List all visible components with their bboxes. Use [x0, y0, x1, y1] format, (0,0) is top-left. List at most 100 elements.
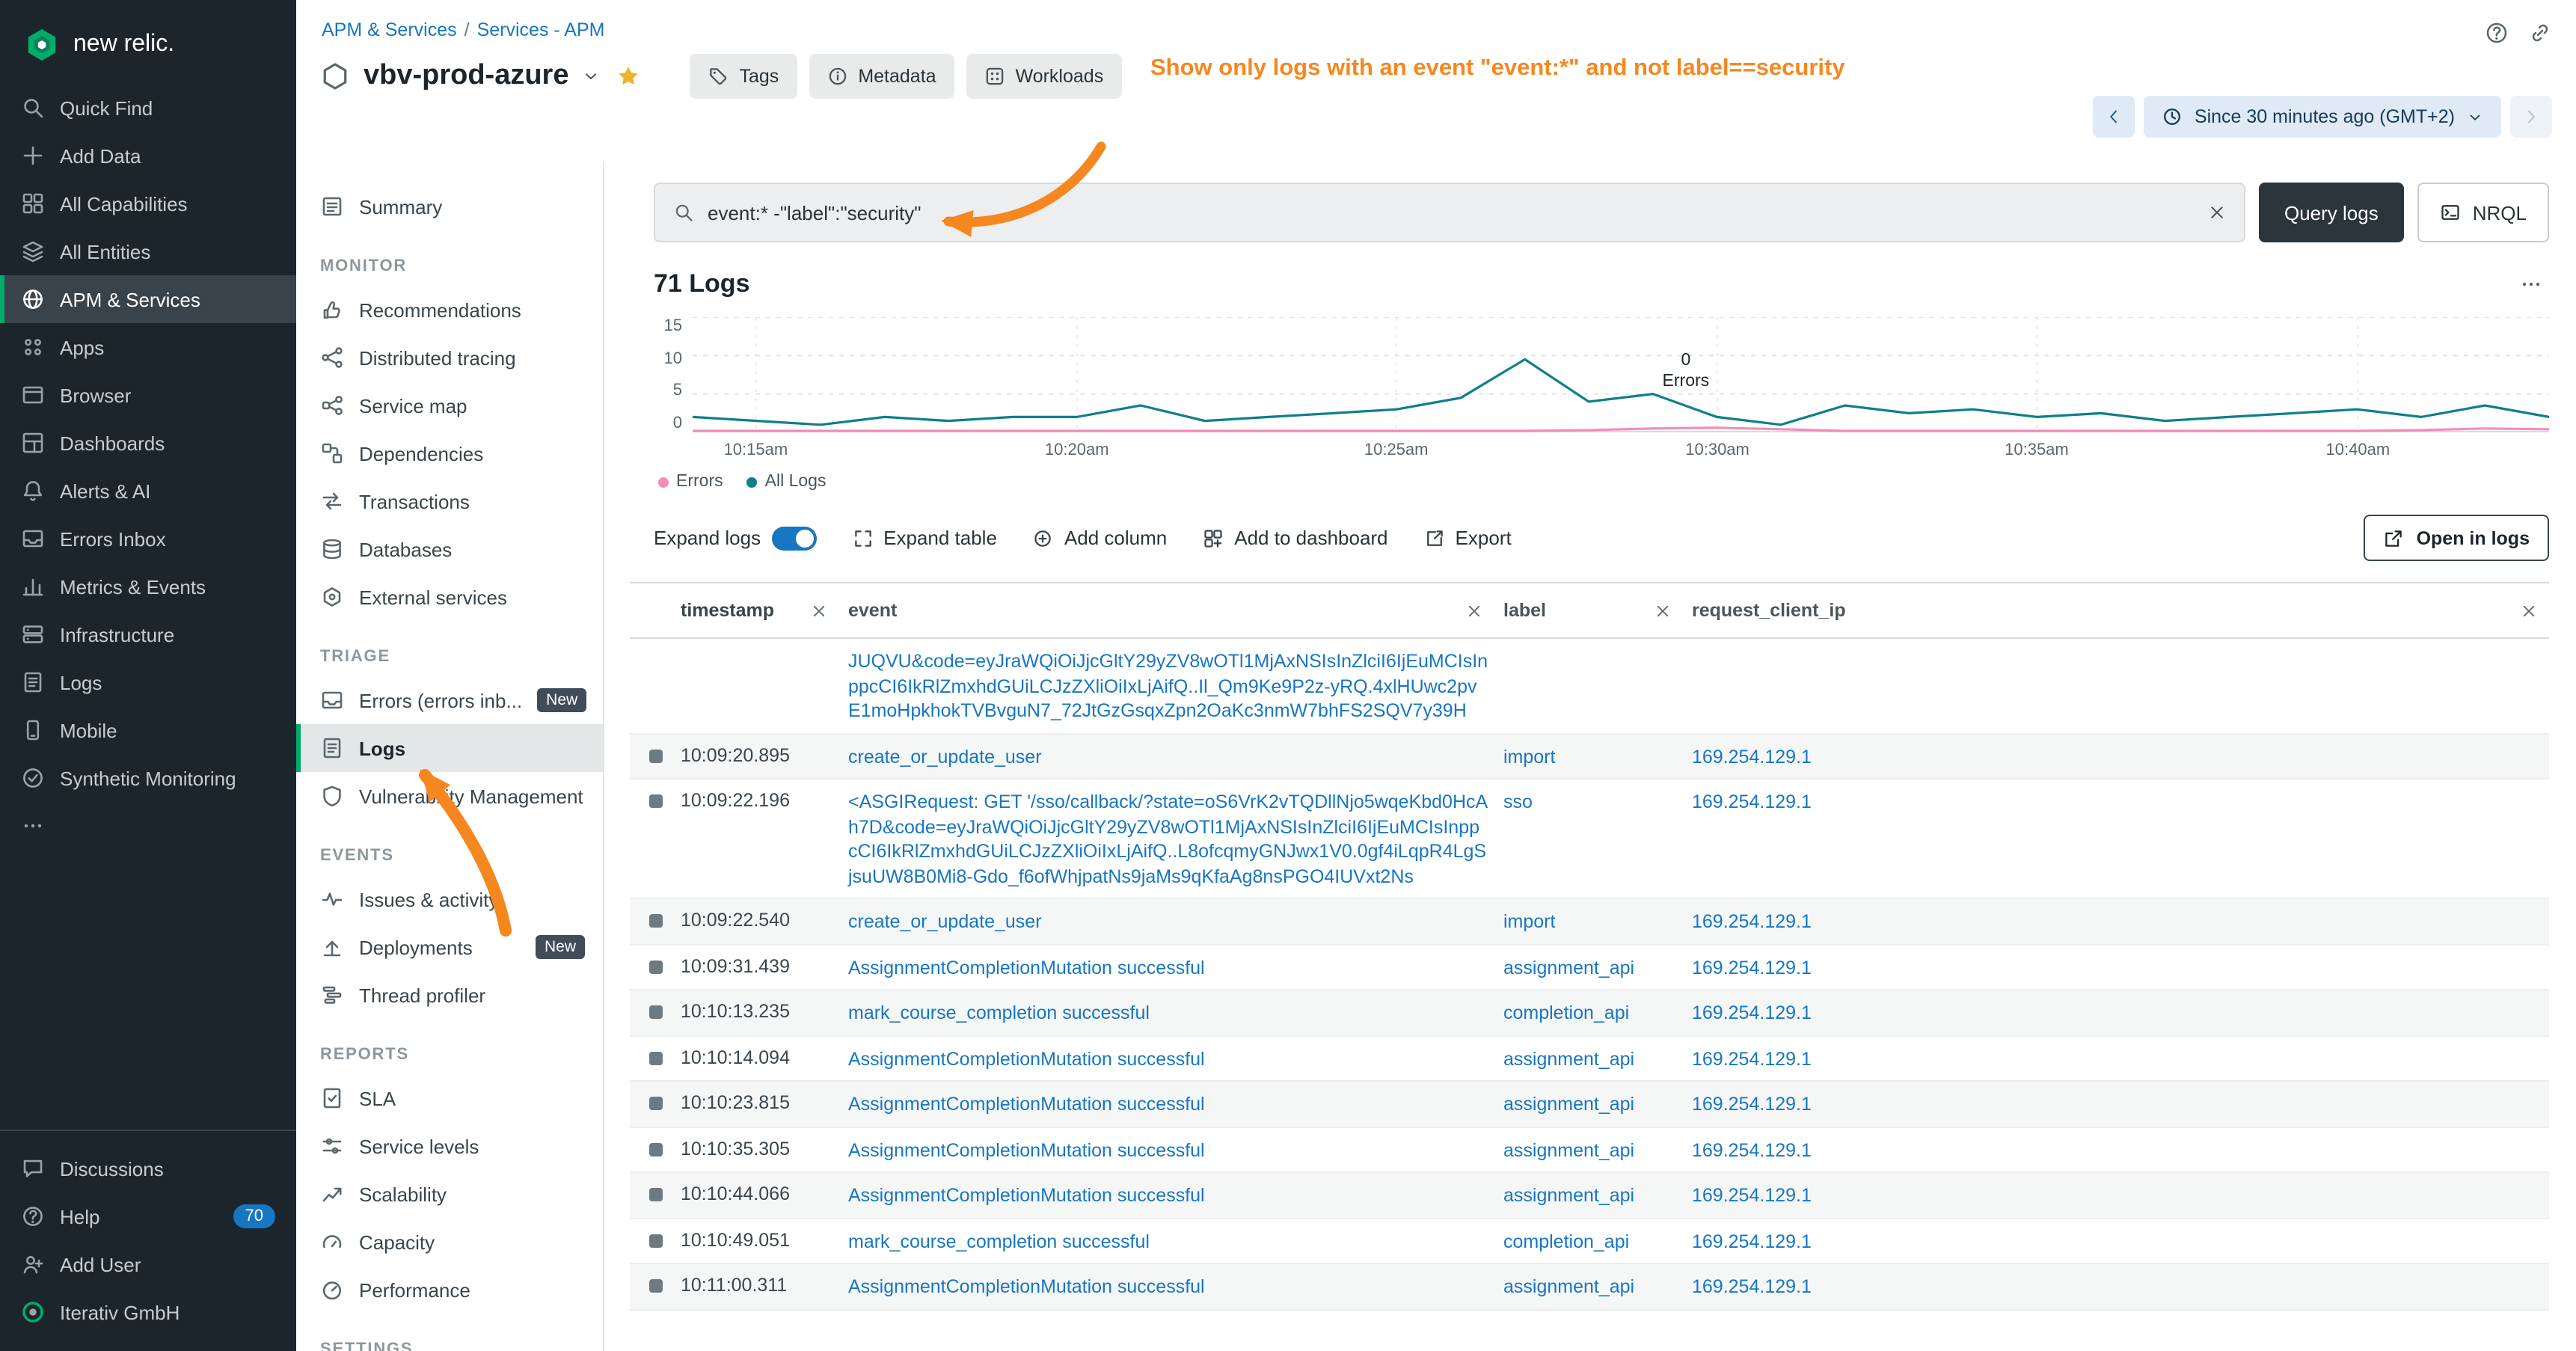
workloads-button[interactable]: Workloads — [966, 54, 1122, 99]
log-label-link[interactable]: assignment_api — [1503, 1185, 1634, 1206]
log-row-icon[interactable] — [649, 1097, 663, 1110]
sidebar-item-browser[interactable]: Browser — [0, 371, 296, 419]
overflow-menu-icon[interactable] — [2519, 272, 2549, 296]
log-label-link[interactable]: completion_api — [1503, 1002, 1629, 1023]
log-event-link[interactable]: create_or_update_user — [848, 746, 1042, 767]
subnav-item-thread-profiler[interactable]: Thread profiler — [296, 971, 603, 1019]
log-row-icon[interactable] — [649, 1142, 663, 1156]
remove-column-icon[interactable] — [2521, 602, 2537, 619]
subnav-item-capacity[interactable]: Capacity — [296, 1218, 603, 1266]
time-back-button[interactable] — [2093, 96, 2135, 138]
sidebar-item-dashboards[interactable]: Dashboards — [0, 419, 296, 467]
legend-item-errors[interactable]: Errors — [658, 473, 723, 491]
table-row[interactable]: 10:10:13.235 mark_course_completion succ… — [630, 990, 2549, 1036]
table-row[interactable]: 10:11:00.311 AssignmentCompletionMutatio… — [630, 1264, 2549, 1310]
log-event-link[interactable]: JUQVU&code=eyJraWQiOiJjcGltY29yZV8wOTl1M… — [848, 651, 1488, 721]
subnav-item-vulnerability-management[interactable]: Vulnerability Management — [296, 772, 603, 820]
sidebar-item-all-entities[interactable]: All Entities — [0, 227, 296, 275]
log-label-link[interactable]: assignment_api — [1503, 1139, 1634, 1160]
log-row-icon[interactable] — [649, 1188, 663, 1201]
subnav-item-service-levels[interactable]: Service levels — [296, 1122, 603, 1170]
tags-button[interactable]: Tags — [690, 54, 797, 99]
table-row[interactable]: 10:10:23.815 AssignmentCompletionMutatio… — [630, 1082, 2549, 1127]
nrql-button[interactable]: NRQL — [2417, 183, 2549, 242]
sidebar-item-add-user[interactable]: Add User — [0, 1240, 296, 1288]
log-ip-link[interactable]: 169.254.129.1 — [1692, 1002, 1812, 1023]
log-label-link[interactable]: assignment_api — [1503, 1094, 1634, 1115]
expand-logs-toggle[interactable] — [771, 526, 816, 550]
subnav-item-errors-inbox[interactable]: Errors (errors inb... New — [296, 676, 603, 724]
export-button[interactable]: Export — [1424, 527, 1512, 549]
log-label-link[interactable]: assignment_api — [1503, 1276, 1634, 1297]
add-column-button[interactable]: Add column — [1033, 527, 1167, 549]
subnav-item-service-map[interactable]: Service map — [296, 382, 603, 429]
expand-table-button[interactable]: Expand table — [852, 527, 997, 549]
sidebar-item-apm-services[interactable]: APM & Services — [0, 275, 296, 323]
sidebar-item-help[interactable]: Help 70 — [0, 1192, 296, 1240]
subnav-item-recommendations[interactable]: Recommendations — [296, 286, 603, 334]
table-row[interactable]: JUQVU&code=eyJraWQiOiJjcGltY29yZV8wOTl1M… — [630, 639, 2549, 734]
remove-column-icon[interactable] — [1466, 602, 1482, 619]
clear-query-icon[interactable] — [2208, 203, 2226, 221]
log-ip-link[interactable]: 169.254.129.1 — [1692, 746, 1812, 767]
log-row-icon[interactable] — [649, 1005, 663, 1019]
remove-column-icon[interactable] — [1655, 602, 1671, 619]
table-row[interactable]: 10:09:20.895 create_or_update_user impor… — [630, 734, 2549, 779]
sidebar-item-account[interactable]: Iterativ GmbH — [0, 1288, 296, 1336]
log-ip-link[interactable]: 169.254.129.1 — [1692, 957, 1812, 978]
sidebar-item-synthetic-monitoring[interactable]: Synthetic Monitoring — [0, 754, 296, 802]
column-header-timestamp[interactable]: timestamp — [681, 600, 774, 621]
log-event-link[interactable]: mark_course_completion successful — [848, 1231, 1150, 1252]
log-event-link[interactable]: <ASGIRequest: GET '/sso/callback/?state=… — [848, 791, 1488, 886]
log-label-link[interactable]: assignment_api — [1503, 957, 1634, 978]
subnav-item-summary[interactable]: Summary — [296, 183, 603, 230]
log-query-input[interactable]: event:* -"label":"security" — [654, 183, 2245, 242]
sidebar-item-mobile[interactable]: Mobile — [0, 706, 296, 754]
subnav-item-dependencies[interactable]: Dependencies — [296, 429, 603, 477]
sidebar-item-alerts-ai[interactable]: Alerts & AI — [0, 467, 296, 515]
log-event-link[interactable]: AssignmentCompletionMutation successful — [848, 1139, 1205, 1160]
remove-column-icon[interactable] — [811, 602, 827, 619]
sidebar-item-metrics-events[interactable]: Metrics & Events — [0, 563, 296, 610]
log-ip-link[interactable]: 169.254.129.1 — [1692, 791, 1812, 812]
subnav-item-scalability[interactable]: Scalability — [296, 1170, 603, 1218]
log-event-link[interactable]: AssignmentCompletionMutation successful — [848, 1094, 1205, 1115]
column-header-request-client-ip[interactable]: request_client_ip — [1692, 600, 1846, 621]
subnav-item-performance[interactable]: Performance — [296, 1266, 603, 1314]
legend-item-all-logs[interactable]: All Logs — [747, 473, 827, 491]
log-label-link[interactable]: assignment_api — [1503, 1048, 1634, 1069]
log-event-link[interactable]: AssignmentCompletionMutation successful — [848, 1185, 1205, 1206]
sidebar-item-more[interactable] — [0, 802, 296, 850]
help-circle-icon[interactable] — [2485, 21, 2509, 45]
table-row[interactable]: 10:09:31.439 AssignmentCompletionMutatio… — [630, 945, 2549, 990]
log-ip-link[interactable]: 169.254.129.1 — [1692, 1185, 1812, 1206]
add-to-dashboard-button[interactable]: Add to dashboard — [1203, 527, 1387, 549]
column-header-event[interactable]: event — [848, 600, 897, 621]
permalink-icon[interactable] — [2528, 21, 2552, 45]
metadata-button[interactable]: Metadata — [809, 54, 954, 99]
log-row-icon[interactable] — [649, 1051, 663, 1064]
log-event-link[interactable]: create_or_update_user — [848, 911, 1042, 932]
log-row-icon[interactable] — [649, 914, 663, 928]
column-header-label[interactable]: label — [1503, 600, 1546, 621]
log-ip-link[interactable]: 169.254.129.1 — [1692, 1276, 1812, 1297]
log-ip-link[interactable]: 169.254.129.1 — [1692, 1048, 1812, 1069]
log-event-link[interactable]: AssignmentCompletionMutation successful — [848, 1276, 1205, 1297]
sidebar-item-all-capabilities[interactable]: All Capabilities — [0, 180, 296, 227]
chevron-down-icon[interactable] — [583, 67, 601, 85]
time-picker[interactable]: Since 30 minutes ago (GMT+2) — [2144, 96, 2501, 138]
table-row[interactable]: 10:09:22.540 create_or_update_user impor… — [630, 899, 2549, 945]
subnav-item-external-services[interactable]: External services — [296, 573, 603, 621]
log-event-link[interactable]: mark_course_completion successful — [848, 1002, 1150, 1023]
chart-plot-area[interactable]: 0 Errors — [693, 317, 2549, 432]
sidebar-item-add-data[interactable]: Add Data — [0, 132, 296, 180]
subnav-item-distributed-tracing[interactable]: Distributed tracing — [296, 334, 603, 382]
table-row[interactable]: 10:10:14.094 AssignmentCompletionMutatio… — [630, 1036, 2549, 1082]
log-row-icon[interactable] — [649, 749, 663, 762]
subnav-item-sla[interactable]: SLA — [296, 1074, 603, 1122]
logs-timeseries-chart[interactable]: 15 10 5 0 0 Errors — [654, 317, 2549, 467]
table-row[interactable]: 10:09:22.196 <ASGIRequest: GET '/sso/cal… — [630, 779, 2549, 899]
sidebar-item-apps[interactable]: Apps — [0, 323, 296, 371]
query-logs-button[interactable]: Query logs — [2259, 183, 2404, 242]
breadcrumb-apm-services[interactable]: APM & Services — [322, 19, 457, 40]
